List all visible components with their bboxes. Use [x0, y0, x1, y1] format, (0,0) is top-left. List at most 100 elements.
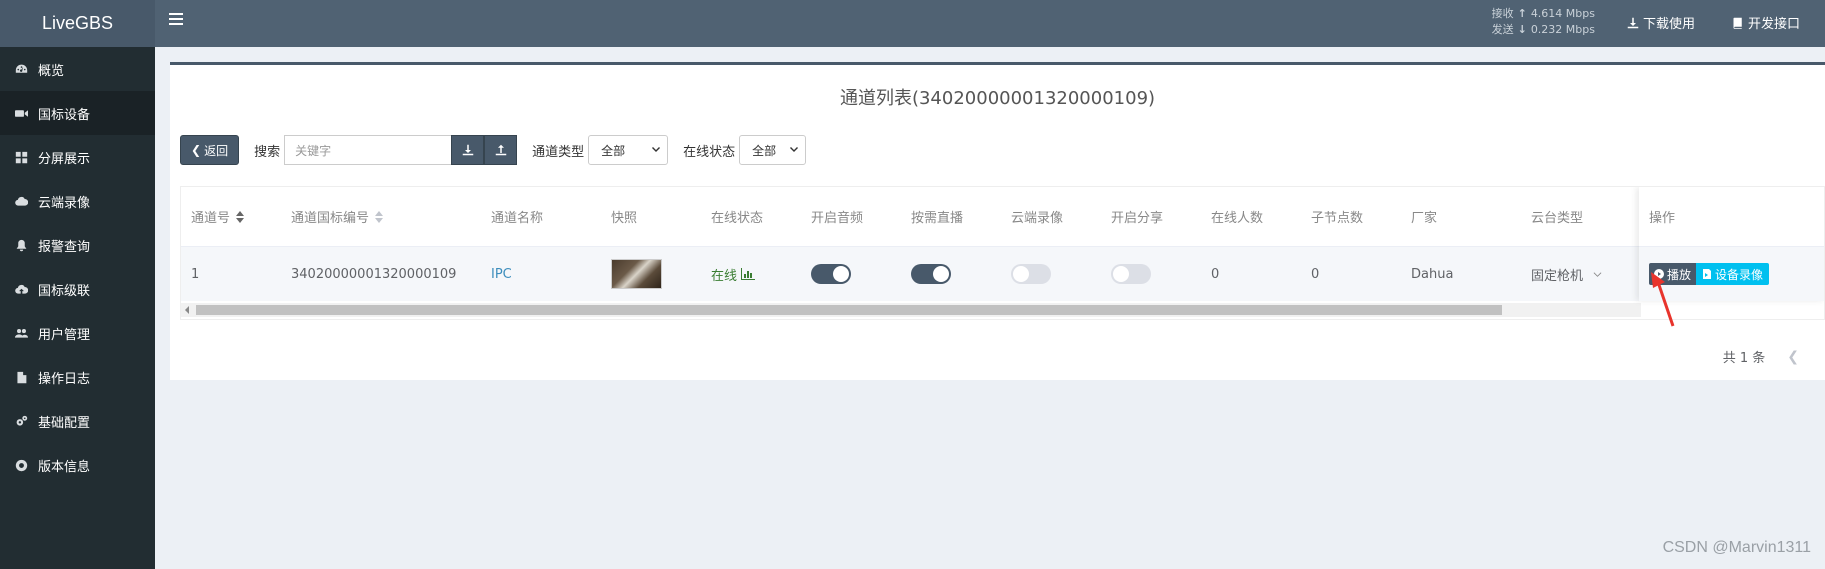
col-header-audio: 开启音频 — [811, 211, 864, 226]
audio-toggle[interactable] — [811, 264, 851, 284]
col-label: 通道国标编号 — [291, 211, 370, 226]
file-video-icon — [1703, 269, 1712, 279]
sidebar-item-label: 报警查询 — [38, 239, 91, 255]
file-icon — [13, 369, 29, 385]
send-label: 发送 — [1491, 23, 1514, 36]
sidebar-item-gb-devices[interactable]: 国标设备 — [0, 91, 155, 135]
api-link[interactable]: 开发接口 — [1732, 13, 1800, 32]
col-header-name: 通道名称 — [491, 211, 544, 226]
col-label: 通道号 — [191, 211, 231, 226]
col-header-channel-no[interactable]: 通道号 — [191, 187, 245, 246]
book-icon — [1733, 17, 1742, 29]
device-record-button[interactable]: 设备录像 — [1696, 263, 1770, 285]
cell-online-count: 0 — [1211, 266, 1220, 282]
sidebar-item-label: 操作日志 — [38, 371, 91, 387]
col-header-operations: 操作 — [1639, 187, 1824, 247]
col-header-snapshot: 快照 — [611, 211, 638, 226]
ptz-type-value: 固定枪机 — [1531, 268, 1584, 284]
download-button[interactable] — [451, 135, 485, 165]
col-header-online-count: 在线人数 — [1211, 211, 1264, 226]
snapshot-thumbnail[interactable] — [611, 259, 662, 289]
download-icon — [462, 144, 473, 156]
bell-icon — [13, 237, 29, 253]
channel-type-label: 通道类型 — [532, 144, 585, 160]
bar-chart-icon[interactable] — [741, 268, 756, 280]
search-label: 搜索 — [254, 144, 281, 160]
menu-toggle-icon[interactable] — [169, 13, 183, 27]
toolbar: ❮ 返回 搜索 关键字 通道类型 全部 在线状态 全部 — [180, 135, 807, 165]
table-header: 通道号 通道国标编号 通道名称 快照 在线状态 开启音频 按需直播 云端录像 开… — [181, 187, 1641, 247]
ondemand-toggle[interactable] — [911, 264, 951, 284]
cell-ondemand — [911, 247, 951, 301]
sidebar-item-gb-cascade[interactable]: 国标级联 — [0, 267, 155, 311]
cloud-record-toggle[interactable] — [1011, 264, 1051, 284]
sidebar-item-overview[interactable]: 概览 — [0, 47, 155, 91]
sidebar-item-label: 概览 — [38, 63, 65, 79]
sidebar-item-basic-config[interactable]: 基础配置 — [0, 399, 155, 443]
col-header-share: 开启分享 — [1111, 211, 1164, 226]
cell-status: 在线 — [711, 247, 756, 301]
sidebar-item-alarm-query[interactable]: 报警查询 — [0, 223, 155, 267]
back-button[interactable]: ❮ 返回 — [180, 135, 240, 165]
cell-cloud-record — [1011, 247, 1051, 301]
sort-icon[interactable] — [236, 210, 245, 223]
download-link[interactable]: 下载使用 — [1627, 13, 1695, 32]
prev-page-icon[interactable]: ❮ — [1787, 349, 1799, 365]
status-online: 在线 — [711, 265, 756, 284]
watermark: CSDN @Marvin1311 — [1662, 539, 1811, 556]
back-label: 返回 — [204, 143, 229, 158]
sidebar-item-label: 国标设备 — [38, 107, 91, 123]
col-header-ondemand: 按需直播 — [911, 211, 964, 226]
send-value: 0.232 Mbps — [1530, 23, 1595, 36]
channel-list-panel: 通道列表(34020000001320000109) ❮ 返回 搜索 关键字 通… — [170, 62, 1825, 380]
col-header-gb-id[interactable]: 通道国标编号 — [291, 187, 384, 246]
sidebar-item-user-management[interactable]: 用户管理 — [0, 311, 155, 355]
sidebar-item-split-screen[interactable]: 分屏展示 — [0, 135, 155, 179]
cell-name-link[interactable]: IPC — [491, 247, 512, 301]
cell-audio — [811, 247, 851, 301]
chevron-down-icon — [1593, 271, 1602, 277]
sort-icon[interactable] — [375, 210, 384, 223]
arrow-down-icon: ↓ — [1517, 23, 1527, 36]
cogs-icon — [13, 413, 29, 429]
cloud-icon — [13, 193, 29, 209]
upload-icon — [495, 144, 506, 156]
recv-value: 4.614 Mbps — [1530, 7, 1595, 20]
dashboard-icon — [13, 61, 29, 77]
page-title: 通道列表(34020000001320000109) — [839, 88, 1156, 109]
scroll-left-icon[interactable] — [185, 306, 189, 314]
sidebar-item-label: 基础配置 — [38, 415, 91, 431]
online-status-select[interactable]: 全部 — [739, 135, 807, 165]
col-header-child-count: 子节点数 — [1311, 211, 1364, 226]
sidebar: LiveGBS 概览 国标设备 分屏展示 云端录像 报警查询 国标级联 用户管理… — [0, 0, 155, 569]
col-header-manufacturer: 厂家 — [1411, 211, 1438, 226]
record-label: 设备录像 — [1715, 267, 1764, 282]
col-header-status: 在线状态 — [711, 211, 764, 226]
chevron-down-icon — [790, 147, 799, 152]
upload-button[interactable] — [484, 135, 518, 165]
channel-type-select[interactable]: 全部 — [588, 135, 669, 165]
api-label: 开发接口 — [1747, 17, 1800, 32]
cell-gb-id: 34020000001320000109 — [291, 266, 457, 282]
online-status-label: 在线状态 — [683, 144, 736, 160]
network-speed: 接收 ↑ 4.614 Mbps 发送 ↓ 0.232 Mbps — [1492, 6, 1595, 38]
sidebar-item-label: 版本信息 — [38, 459, 91, 475]
lifebuoy-icon — [13, 457, 29, 473]
search-input[interactable]: 关键字 — [284, 135, 452, 165]
sidebar-item-operation-log[interactable]: 操作日志 — [0, 355, 155, 399]
scrollbar-thumb[interactable] — [196, 305, 1502, 315]
horizontal-scrollbar[interactable] — [181, 303, 1641, 317]
status-text: 在线 — [711, 268, 738, 284]
share-toggle[interactable] — [1111, 264, 1151, 284]
sidebar-item-label: 分屏展示 — [38, 151, 91, 167]
download-icon — [1627, 17, 1639, 28]
cell-manufacturer: Dahua — [1411, 266, 1454, 282]
channel-type-value: 全部 — [601, 143, 626, 158]
sidebar-item-cloud-record[interactable]: 云端录像 — [0, 179, 155, 223]
app-logo[interactable]: LiveGBS — [0, 0, 155, 47]
channel-table: 通道号 通道国标编号 通道名称 快照 在线状态 开启音频 按需直播 云端录像 开… — [180, 186, 1825, 320]
sidebar-item-version-info[interactable]: 版本信息 — [0, 443, 155, 487]
cell-ptz-type[interactable]: 固定枪机 — [1531, 247, 1602, 301]
recv-label: 接收 — [1491, 7, 1514, 20]
col-header-ptz-type: 云台类型 — [1531, 211, 1584, 226]
